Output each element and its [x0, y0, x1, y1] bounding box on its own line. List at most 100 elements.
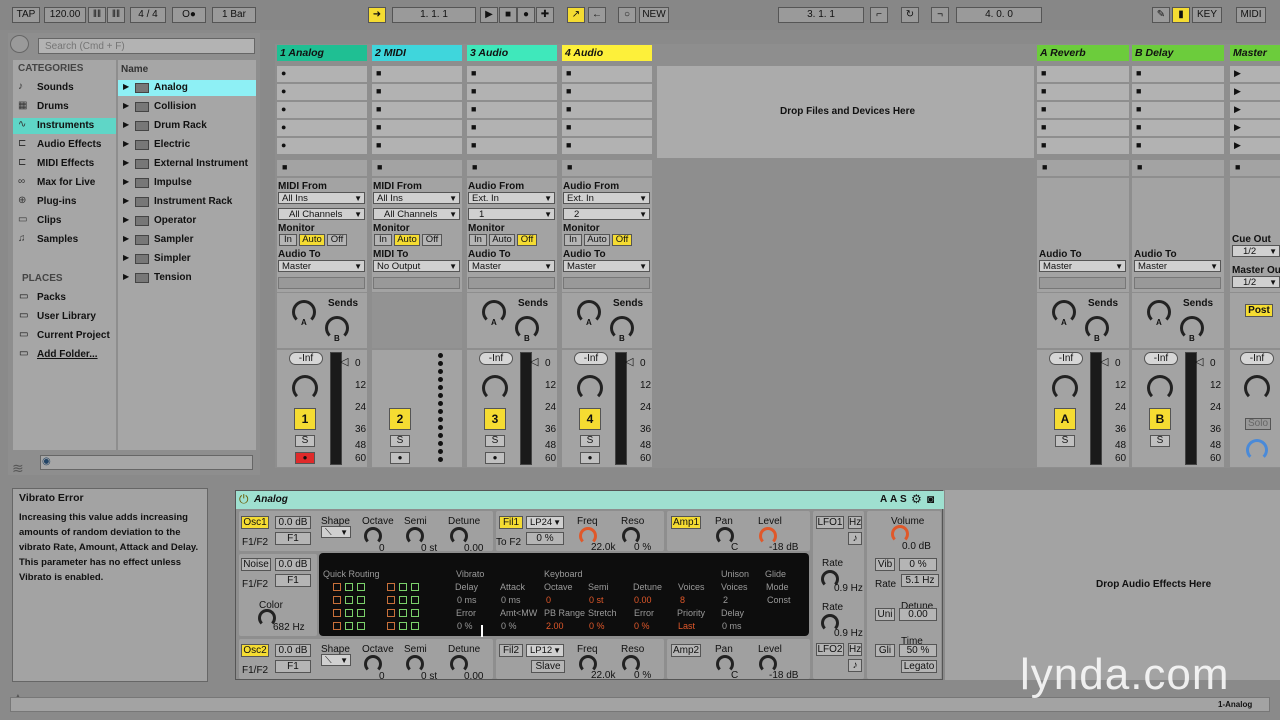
unison-toggle[interactable]: Uni [875, 608, 895, 621]
scene-launch-icon[interactable]: ▶ [1234, 86, 1241, 97]
pb-value[interactable]: 2.00 [546, 621, 564, 631]
expand-arrow-icon[interactable]: ▶ [123, 215, 129, 224]
stop-button[interactable]: ■ [567, 162, 572, 172]
routing-block[interactable] [411, 583, 419, 591]
filter-route-field[interactable]: F1 [275, 532, 311, 545]
input-type-dropdown[interactable]: Ext. In [468, 192, 555, 204]
back-to-arrangement-icon[interactable]: ← [588, 7, 606, 23]
browser-item[interactable]: ▶ Operator [118, 213, 256, 229]
record-slot-icon[interactable]: ● [281, 86, 286, 96]
clip-stop-icon[interactable]: ■ [1041, 104, 1046, 114]
loop-length-field[interactable]: 4. 0. 0 [956, 7, 1042, 23]
volume-field[interactable]: -Inf [479, 352, 513, 365]
error-value[interactable]: 0 % [457, 621, 473, 631]
browser-item[interactable]: ▶ Instrument Rack [118, 194, 256, 210]
stop-button[interactable]: ■ [377, 162, 382, 172]
track-activator-button[interactable]: 1 [294, 408, 316, 430]
input-channel-dropdown[interactable]: 2 [563, 208, 650, 220]
scene-launch-icon[interactable]: ▶ [1234, 122, 1241, 133]
loop-button[interactable]: ↻ [901, 7, 919, 23]
volume-field[interactable]: -Inf [289, 352, 323, 365]
track-activator-button[interactable]: 4 [579, 408, 601, 430]
output-type-dropdown[interactable]: No Output [373, 260, 460, 272]
track-activator-button[interactable]: A [1054, 408, 1076, 430]
monitor-in-button[interactable]: In [564, 234, 582, 246]
routing-block[interactable] [333, 596, 341, 604]
clip-stop-icon[interactable]: ■ [566, 140, 571, 150]
track-header[interactable]: 4 Audio [562, 45, 652, 61]
browser-item[interactable]: ▶ Impulse [118, 175, 256, 191]
expand-arrow-icon[interactable]: ▶ [123, 177, 129, 186]
delay-value[interactable]: 0 ms [457, 595, 477, 605]
clip-stop-icon[interactable]: ■ [566, 68, 571, 78]
clip-slot[interactable]: ■ [1037, 120, 1129, 137]
place-item-user-library[interactable]: ▭ User Library [13, 309, 116, 325]
stretch-value[interactable]: 0 % [589, 621, 605, 631]
clip-stop-icon[interactable]: ■ [376, 86, 381, 96]
volume-marker-icon[interactable]: ◁ [340, 355, 348, 368]
clip-slot[interactable]: ■ [1037, 102, 1129, 119]
lfo-sync-icon[interactable]: ♪ [848, 659, 862, 672]
expand-arrow-icon[interactable]: ▶ [123, 272, 129, 281]
scene-slot[interactable]: ▶ [1230, 102, 1280, 119]
clip-slot[interactable]: ■ [372, 138, 462, 155]
clip-slot[interactable]: ■ [1037, 84, 1129, 101]
oscillator-1-toggle[interactable]: Osc1 [241, 516, 269, 529]
routing-block[interactable] [345, 609, 353, 617]
monitor-off-button[interactable]: Off [327, 234, 347, 246]
volume-marker-icon[interactable]: ◁ [625, 355, 633, 368]
vibrato-amount-field[interactable]: 0 % [899, 558, 937, 571]
routing-block[interactable] [333, 609, 341, 617]
lfo-toggle[interactable]: LFO1 [816, 516, 844, 529]
clip-slot[interactable]: ■ [467, 84, 557, 101]
output-channel-field[interactable] [373, 277, 460, 289]
overdub-button[interactable]: ✚ [536, 7, 554, 23]
output-channel-field[interactable] [1134, 277, 1221, 289]
computer-midi-button[interactable]: ▮ [1172, 7, 1190, 23]
routing-block[interactable] [387, 609, 395, 617]
preview-icon[interactable]: ◉ [42, 456, 51, 467]
monitor-auto-button[interactable]: Auto [584, 234, 610, 246]
device-header-button[interactable]: A [890, 494, 897, 505]
expand-arrow-icon[interactable]: ▶ [123, 253, 129, 262]
stop-button[interactable]: ■ [472, 162, 477, 172]
to-f2-field[interactable]: 0 % [526, 532, 564, 545]
category-item-samples[interactable]: ♫ Samples [13, 232, 116, 248]
mode-value[interactable]: Const [767, 595, 791, 605]
session-record-button[interactable]: ○ [618, 7, 636, 23]
quantize-dropdown[interactable]: 1 Bar [212, 7, 256, 23]
lfo-hz-toggle[interactable]: Hz [848, 516, 862, 529]
output-channel-field[interactable] [563, 277, 650, 289]
input-type-dropdown[interactable]: Ext. In [563, 192, 650, 204]
clip-stop-icon[interactable]: ■ [1041, 122, 1046, 132]
scene-slot[interactable]: ▶ [1230, 84, 1280, 101]
nudge-up-icon[interactable]: ‖‖ [107, 7, 125, 23]
clip-slot[interactable]: ■ [1037, 66, 1129, 83]
routing-block[interactable] [399, 622, 407, 630]
clip-slot[interactable]: ● [277, 102, 367, 119]
clip-slot[interactable]: ■ [562, 120, 652, 137]
shape-dropdown[interactable]: ⟍ [321, 654, 351, 666]
clip-slot[interactable]: ■ [467, 66, 557, 83]
uvoices-value[interactable]: 2 [723, 595, 728, 605]
pan-knob[interactable] [577, 375, 603, 401]
pan-knob[interactable] [1052, 375, 1078, 401]
solo-button[interactable]: S [1150, 435, 1170, 447]
lfo-toggle[interactable]: LFO2 [816, 643, 844, 656]
midi-map-button[interactable]: MIDI [1236, 7, 1266, 23]
routing-block[interactable] [345, 622, 353, 630]
lfo-sync-icon[interactable]: ♪ [848, 532, 862, 545]
master-pan-knob[interactable] [1244, 375, 1270, 401]
master-out-dropdown[interactable]: 1/2 [1232, 276, 1280, 288]
routing-block[interactable] [411, 609, 419, 617]
signature-field[interactable]: 4 / 4 [130, 7, 166, 23]
routing-block[interactable] [399, 596, 407, 604]
routing-block[interactable] [387, 596, 395, 604]
glide-toggle[interactable]: Gli [875, 644, 895, 657]
expand-arrow-icon[interactable]: ▶ [123, 234, 129, 243]
clip-stop-icon[interactable]: ■ [376, 104, 381, 114]
expand-arrow-icon[interactable]: ▶ [123, 158, 129, 167]
solo-button[interactable]: S [485, 435, 505, 447]
noise-toggle[interactable]: Noise [241, 558, 271, 571]
clip-slot[interactable]: ● [277, 84, 367, 101]
